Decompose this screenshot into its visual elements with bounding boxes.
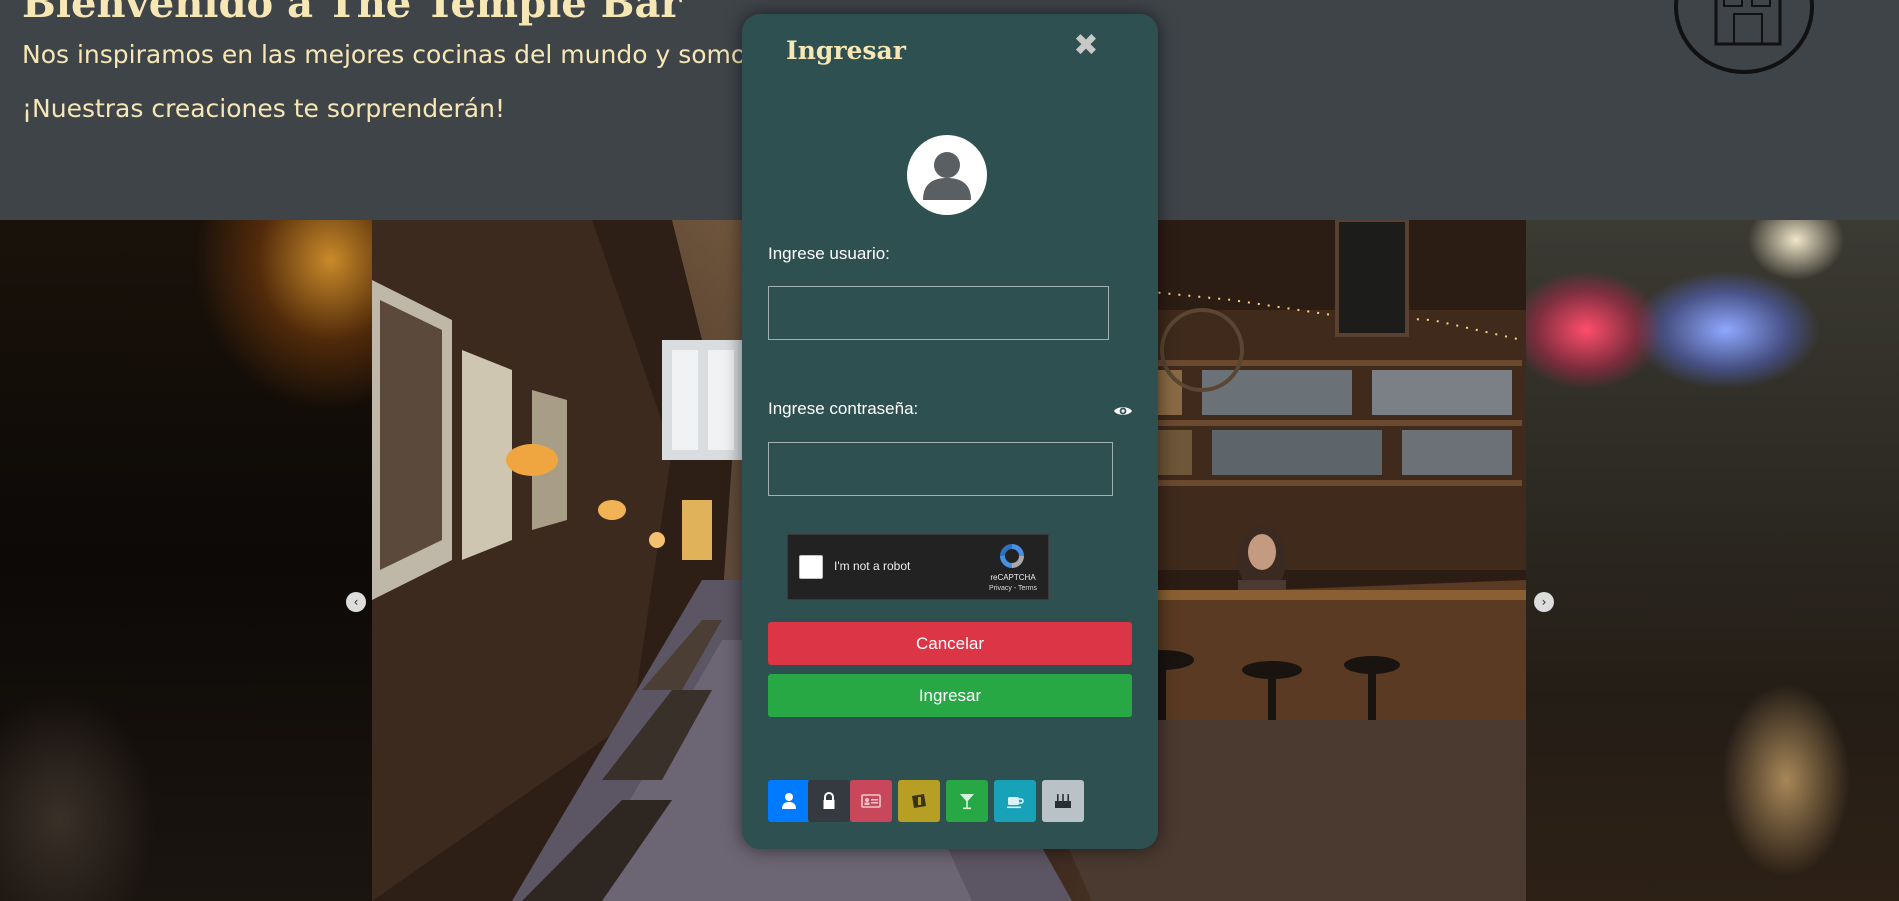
user-icon-button[interactable] xyxy=(768,780,810,822)
recaptcha-privacy-terms-link[interactable]: Privacy - Terms xyxy=(978,585,1048,592)
cancel-button[interactable]: Cancelar xyxy=(768,622,1132,665)
id-card-icon-button[interactable] xyxy=(850,780,892,822)
role-icon-toolbar xyxy=(768,780,1088,823)
lock-icon-button[interactable] xyxy=(808,780,850,822)
coffee-icon-button[interactable] xyxy=(994,780,1036,822)
login-button[interactable]: Ingresar xyxy=(768,674,1132,717)
cake-icon-button[interactable] xyxy=(1042,780,1084,822)
login-modal: Ingresar ✖ Ingrese usuario: Ingrese cont… xyxy=(742,14,1158,849)
user-icon xyxy=(782,793,796,809)
close-icon: ✖ xyxy=(1073,28,1099,63)
recaptcha-logo-icon xyxy=(996,541,1028,571)
cake-icon xyxy=(1055,794,1071,808)
lock-icon xyxy=(823,792,835,809)
header-subtagline: ¡Nuestras creaciones te sorprenderán! xyxy=(22,94,505,123)
recaptcha-widget: I'm not a robot reCAPTCHA Privacy - Term… xyxy=(787,534,1049,600)
carousel-prev-button[interactable]: ‹ xyxy=(346,592,366,612)
username-label: Ingrese usuario: xyxy=(768,244,890,263)
chevron-right-icon: › xyxy=(1541,595,1547,609)
chevron-left-icon: ‹ xyxy=(353,595,359,609)
cocktail-icon xyxy=(960,794,974,810)
cocktail-icon-button[interactable] xyxy=(946,780,988,822)
ticket-icon-button[interactable] xyxy=(898,780,940,822)
show-password-eye-icon[interactable] xyxy=(1113,403,1133,417)
recaptcha-label: I'm not a robot xyxy=(834,559,911,573)
carousel-prev-slide-blur xyxy=(0,220,372,901)
recaptcha-checkbox[interactable] xyxy=(799,555,823,579)
header-tagline: Nos inspiramos en las mejores cocinas de… xyxy=(22,40,760,69)
carousel-next-button[interactable]: › xyxy=(1534,592,1554,612)
user-avatar-icon xyxy=(907,135,987,215)
coffee-icon xyxy=(1007,797,1024,809)
temple-bar-logo xyxy=(1674,0,1814,74)
password-label: Ingrese contraseña: xyxy=(768,399,919,418)
id-card-icon xyxy=(861,794,881,808)
carousel-next-slide-blur xyxy=(1526,220,1899,901)
password-input[interactable] xyxy=(768,442,1113,496)
ticket-icon xyxy=(912,794,926,808)
modal-title: Ingresar xyxy=(786,36,906,65)
username-input[interactable] xyxy=(768,286,1109,340)
close-button[interactable]: ✖ xyxy=(1072,31,1100,61)
page-title: Bienvenido a The Temple Bar xyxy=(22,0,682,27)
recaptcha-brand: reCAPTCHA xyxy=(990,573,1036,582)
